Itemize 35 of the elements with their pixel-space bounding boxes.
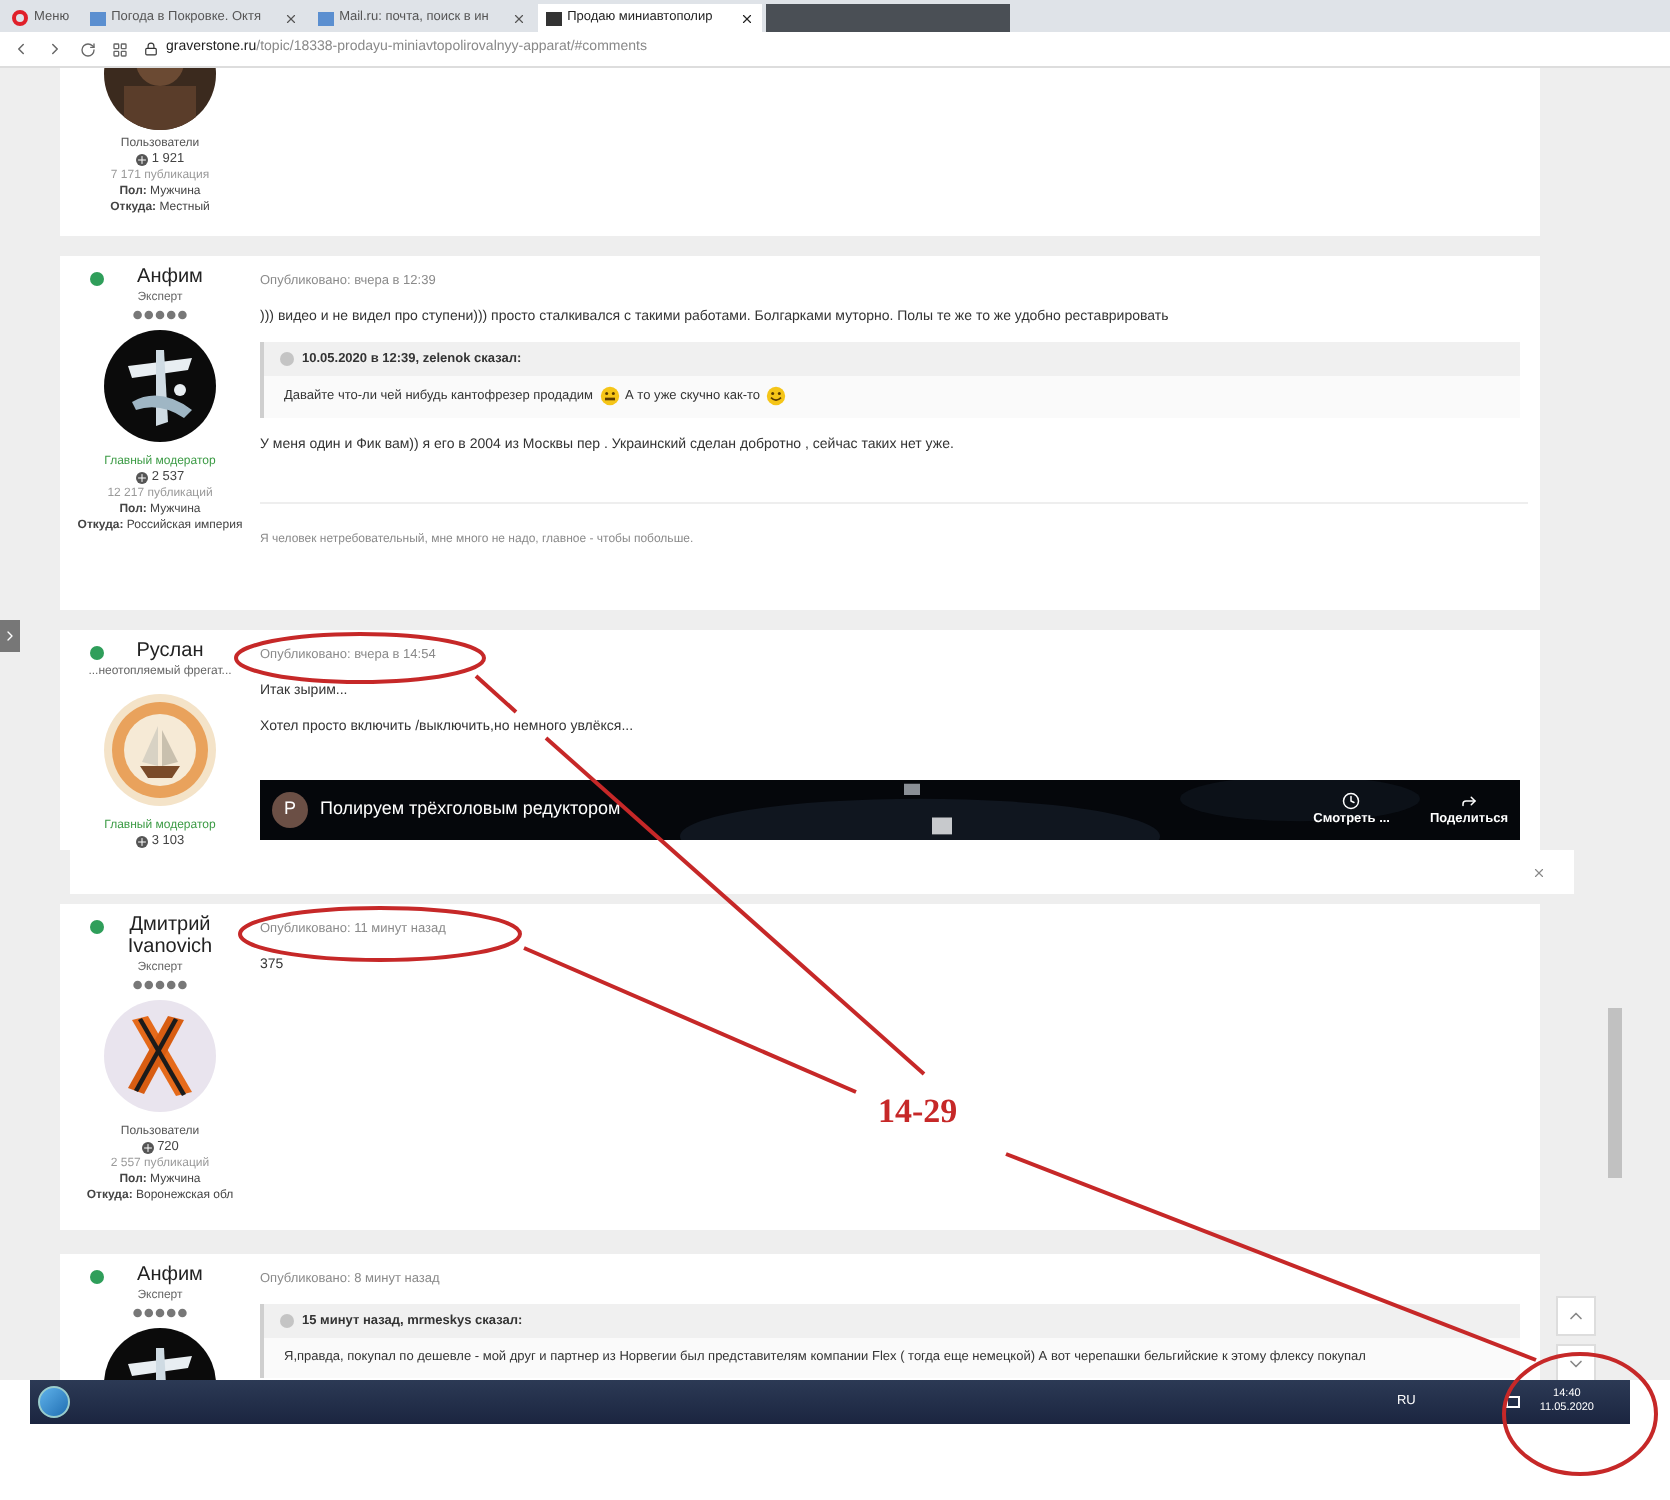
video-title[interactable]: Полируем трёхголовым редуктором <box>320 796 621 824</box>
favicon-icon <box>317 11 334 25</box>
favicon-icon <box>89 11 106 25</box>
close-icon[interactable] <box>1532 865 1546 879</box>
favicon-icon <box>545 11 562 25</box>
rank-pips-icon <box>132 980 188 990</box>
clock-icon <box>1342 791 1361 810</box>
author-name[interactable]: Анфим <box>110 266 230 288</box>
notification-icon[interactable] <box>1505 1396 1520 1408</box>
reputation-icon <box>141 1142 154 1154</box>
start-button[interactable] <box>38 1386 70 1418</box>
lock-icon <box>144 42 158 56</box>
share-icon <box>1459 791 1478 810</box>
quote-icon <box>280 1314 294 1328</box>
reputation-icon <box>135 154 148 166</box>
rank-pips-icon <box>132 1308 188 1318</box>
opera-logo-icon <box>12 10 28 26</box>
forward-icon[interactable] <box>46 40 64 58</box>
speed-dial-icon[interactable] <box>112 41 128 57</box>
quote-icon <box>280 352 294 366</box>
author-name[interactable]: Дмитрий Ivanovich <box>110 914 230 958</box>
author-name[interactable]: Анфим <box>110 1264 230 1286</box>
annotation-label: 14-29 <box>878 1090 958 1134</box>
annotation-line <box>474 674 518 714</box>
side-panel-toggle[interactable] <box>0 620 20 652</box>
rank-pips-icon <box>132 310 188 320</box>
grimace-icon <box>599 386 620 406</box>
reputation-icon <box>135 472 148 484</box>
close-tab-icon[interactable] <box>739 11 754 25</box>
scrollbar[interactable] <box>1608 1008 1622 1178</box>
reload-icon[interactable] <box>80 41 96 57</box>
author-name[interactable]: Руслан <box>110 640 230 662</box>
smiley-icon <box>766 386 787 406</box>
back-icon[interactable] <box>12 40 30 58</box>
chevron-right-icon <box>2 628 18 644</box>
